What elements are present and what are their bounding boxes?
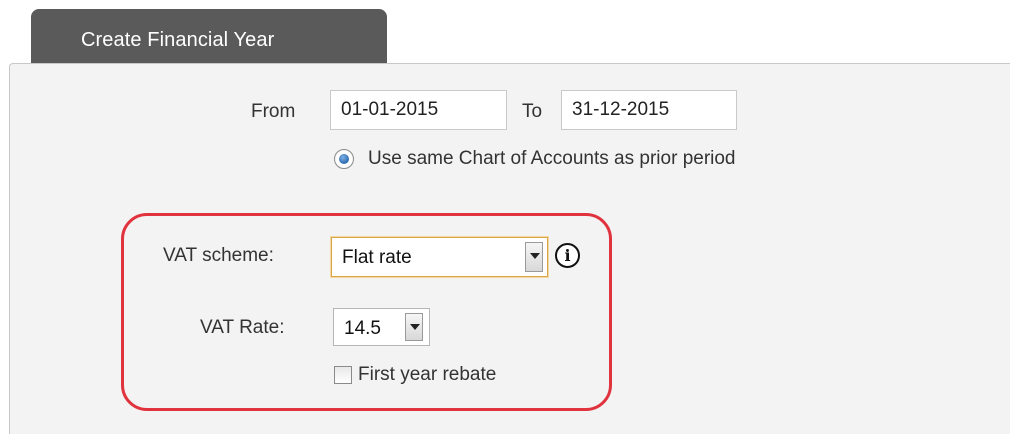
- vat-rate-select[interactable]: 14.5: [333, 308, 430, 346]
- to-date-value: 31-12-2015: [572, 99, 670, 120]
- chevron-down-icon[interactable]: [525, 242, 543, 272]
- vat-scheme-value: Flat rate: [342, 247, 412, 268]
- from-date-value: 01-01-2015: [341, 99, 439, 120]
- first-year-rebate-checkbox[interactable]: [334, 366, 352, 384]
- from-label: From: [251, 101, 296, 122]
- vat-rate-value: 14.5: [344, 318, 381, 339]
- same-chart-radio[interactable]: [334, 149, 354, 169]
- to-label: To: [522, 101, 543, 122]
- info-icon[interactable]: i: [555, 243, 580, 268]
- to-date-field[interactable]: 31-12-2015: [561, 90, 737, 130]
- first-year-rebate-label[interactable]: First year rebate: [358, 364, 496, 386]
- tab-create-financial-year[interactable]: Create Financial Year: [31, 9, 387, 63]
- vat-scheme-select[interactable]: Flat rate: [331, 237, 548, 277]
- same-chart-label[interactable]: Use same Chart of Accounts as prior peri…: [368, 148, 736, 170]
- vat-rate-label: VAT Rate:: [200, 317, 285, 338]
- tab-title: Create Financial Year: [81, 29, 275, 51]
- chevron-down-icon[interactable]: [405, 313, 423, 341]
- from-date-field[interactable]: 01-01-2015: [330, 90, 507, 130]
- vat-scheme-label: VAT scheme:: [163, 245, 274, 266]
